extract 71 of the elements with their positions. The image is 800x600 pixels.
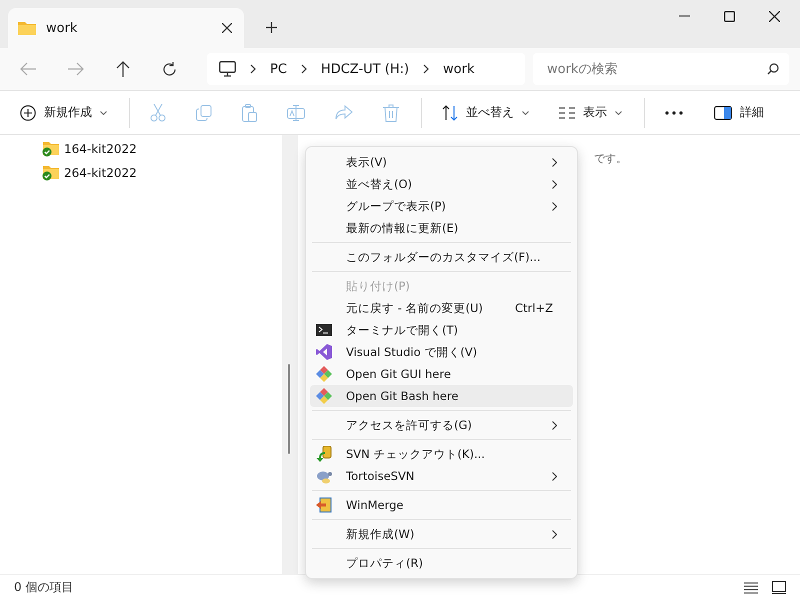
menu-item[interactable]: 最新の情報に更新(E) <box>310 217 573 239</box>
scroll-thumb[interactable] <box>288 364 290 454</box>
folder-check-icon <box>42 165 59 181</box>
new-tab-icon[interactable] <box>266 22 277 33</box>
search-field[interactable]: workの検索 <box>533 53 789 85</box>
computer-icon <box>219 61 236 77</box>
minimize-icon[interactable] <box>679 15 690 17</box>
more-icon <box>665 110 683 114</box>
address-bar[interactable]: PC HDCZ-UT (H:) work <box>207 53 525 85</box>
breadcrumb[interactable]: HDCZ-UT (H:) <box>320 62 410 76</box>
menu-item[interactable]: 表示(V) <box>310 151 573 173</box>
refresh-icon[interactable] <box>162 62 177 76</box>
tab-title: work <box>46 20 78 36</box>
breadcrumb[interactable]: work <box>443 62 475 76</box>
menu-item[interactable]: TortoiseSVN <box>310 465 573 487</box>
menu-item[interactable]: Visual Studio で開く(V) <box>310 341 573 363</box>
menu-item[interactable]: Open Git GUI here <box>310 363 573 385</box>
breadcrumb[interactable]: PC <box>270 62 287 76</box>
item-count: 0 個の項目 <box>14 579 74 596</box>
details-view-icon[interactable] <box>744 582 758 594</box>
folder-name[interactable]: 264-kit2022 <box>64 166 137 180</box>
trash-icon <box>383 104 399 122</box>
list-view-icon <box>559 106 575 118</box>
menu-item[interactable]: SVN チェックアウト(K)... <box>310 443 573 465</box>
caret-icon <box>615 110 622 114</box>
merge-icon <box>316 497 332 513</box>
checkout-icon <box>316 446 332 462</box>
sort-icon <box>442 104 458 120</box>
folder-check-icon <box>42 141 59 157</box>
chevron-icon <box>423 64 430 74</box>
menu-item[interactable]: 元に戻す - 名前の変更(U) Ctrl+Z <box>310 297 573 319</box>
menu-item[interactable]: プロパティ(R) <box>310 552 573 574</box>
up-icon[interactable] <box>116 61 130 77</box>
plus-circle-icon <box>20 104 36 120</box>
folder-name[interactable]: 164-kit2022 <box>64 142 137 156</box>
clipboard-icon <box>242 104 257 122</box>
details-pane-icon <box>714 106 732 120</box>
new-button[interactable]: 新規作成 <box>12 98 115 127</box>
menu-item[interactable]: WinMerge <box>310 494 573 516</box>
maximize-icon[interactable] <box>724 10 735 22</box>
diamond-icon <box>316 388 332 404</box>
share-icon <box>335 104 353 120</box>
sort-button[interactable]: 並べ替え <box>434 98 537 127</box>
shortcut-text: Ctrl+Z <box>515 301 553 315</box>
menu-item[interactable]: グループで表示(P) <box>310 195 573 217</box>
scissors-icon <box>150 104 166 122</box>
rename-icon <box>287 104 305 120</box>
menu-item[interactable]: このフォルダーのカスタマイズ(F)... <box>310 246 573 268</box>
window-tab[interactable]: work <box>8 8 244 48</box>
vs-icon <box>316 344 332 360</box>
chevron-icon <box>250 64 256 74</box>
menu-item[interactable]: Open Git Bash here <box>310 385 573 407</box>
caret-icon <box>100 110 107 114</box>
folder-icon <box>18 21 36 35</box>
details-button[interactable]: 詳細 <box>706 98 772 127</box>
copy-icon <box>196 104 212 120</box>
view-button[interactable]: 表示 <box>551 98 630 127</box>
menu-item[interactable]: 並べ替え(O) <box>310 173 573 195</box>
tiles-view-icon[interactable] <box>772 581 786 594</box>
empty-folder-text: です。 <box>594 151 627 166</box>
menu-item[interactable]: 新規作成(W) <box>310 523 573 545</box>
search-icon <box>767 63 779 75</box>
diamond-icon <box>316 366 332 382</box>
terminal-icon <box>316 324 332 336</box>
scrollbar[interactable] <box>282 135 298 574</box>
menu-item[interactable]: アクセスを許可する(G) <box>310 414 573 436</box>
caret-icon <box>522 110 529 114</box>
close-icon[interactable] <box>222 23 232 33</box>
chevron-icon <box>300 64 307 74</box>
menu-item[interactable]: ターミナルで開く(T) <box>310 319 573 341</box>
close-icon[interactable] <box>769 10 780 22</box>
